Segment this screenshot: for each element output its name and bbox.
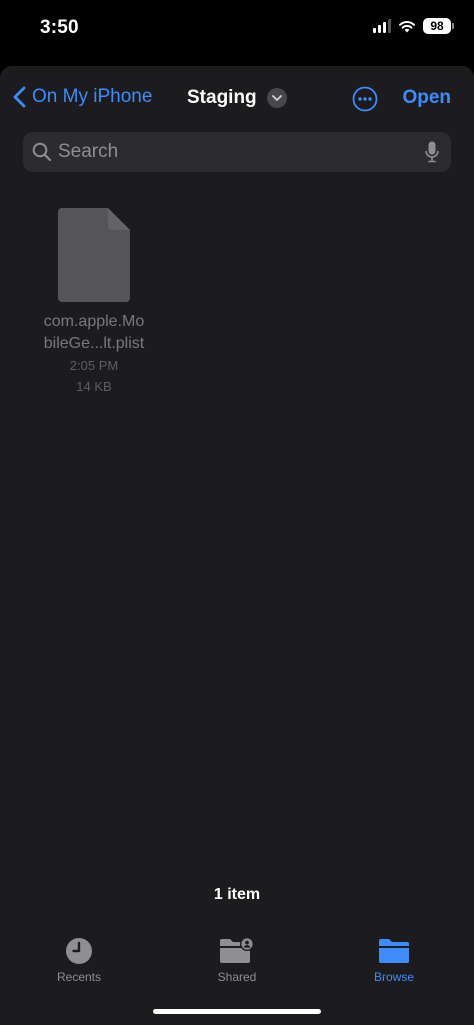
- file-name: com.apple.Mo bileGe...lt.plist: [34, 311, 154, 355]
- tab-shared[interactable]: Shared: [192, 936, 282, 984]
- clock-icon: [66, 938, 92, 964]
- page-title: Staging: [187, 87, 257, 108]
- back-button-label: On My iPhone: [32, 86, 153, 107]
- wifi-icon: [399, 20, 415, 33]
- file-name-line-1: com.apple.Mo: [43, 313, 145, 330]
- search-placeholder: Search: [58, 141, 119, 162]
- files-sheet: On My iPhone Staging Open Search com.app…: [0, 66, 474, 1025]
- shared-folder-icon: [220, 937, 254, 963]
- status-icons: 98: [373, 18, 454, 34]
- tab-label-recents: Recents: [56, 970, 102, 984]
- microphone-icon[interactable]: [425, 141, 439, 163]
- cellular-signal-icon: [373, 19, 391, 33]
- file-name-line-2: bileGe...lt.plist: [43, 335, 145, 352]
- folder-icon: [379, 939, 409, 963]
- tab-browse[interactable]: Browse: [349, 936, 439, 984]
- navigation-bar: On My iPhone Staging Open: [0, 66, 474, 132]
- status-bar: 3:50 98: [0, 0, 474, 62]
- file-size: 14 KB: [76, 379, 112, 394]
- tab-recents[interactable]: Recents: [34, 936, 124, 984]
- file-modified-time: 2:05 PM: [69, 358, 119, 373]
- battery-indicator: 98: [423, 18, 454, 34]
- search-icon: [32, 142, 52, 162]
- item-count: 1 item: [213, 886, 261, 903]
- tab-label-shared: Shared: [217, 970, 257, 984]
- folder-title-menu[interactable]: Staging: [187, 87, 287, 109]
- file-item[interactable]: com.apple.Mo bileGe...lt.plist 2:05 PM 1…: [34, 208, 154, 397]
- home-indicator[interactable]: [153, 1009, 321, 1014]
- document-icon: [58, 208, 130, 302]
- chevron-left-icon: [13, 86, 26, 108]
- more-options-icon[interactable]: [352, 86, 378, 112]
- back-button[interactable]: On My iPhone: [13, 86, 152, 108]
- search-field[interactable]: Search: [23, 132, 451, 172]
- status-time: 3:50: [40, 17, 79, 38]
- chevron-down-icon: [266, 88, 287, 108]
- open-button[interactable]: Open: [402, 87, 451, 109]
- tab-label-browse: Browse: [373, 970, 414, 984]
